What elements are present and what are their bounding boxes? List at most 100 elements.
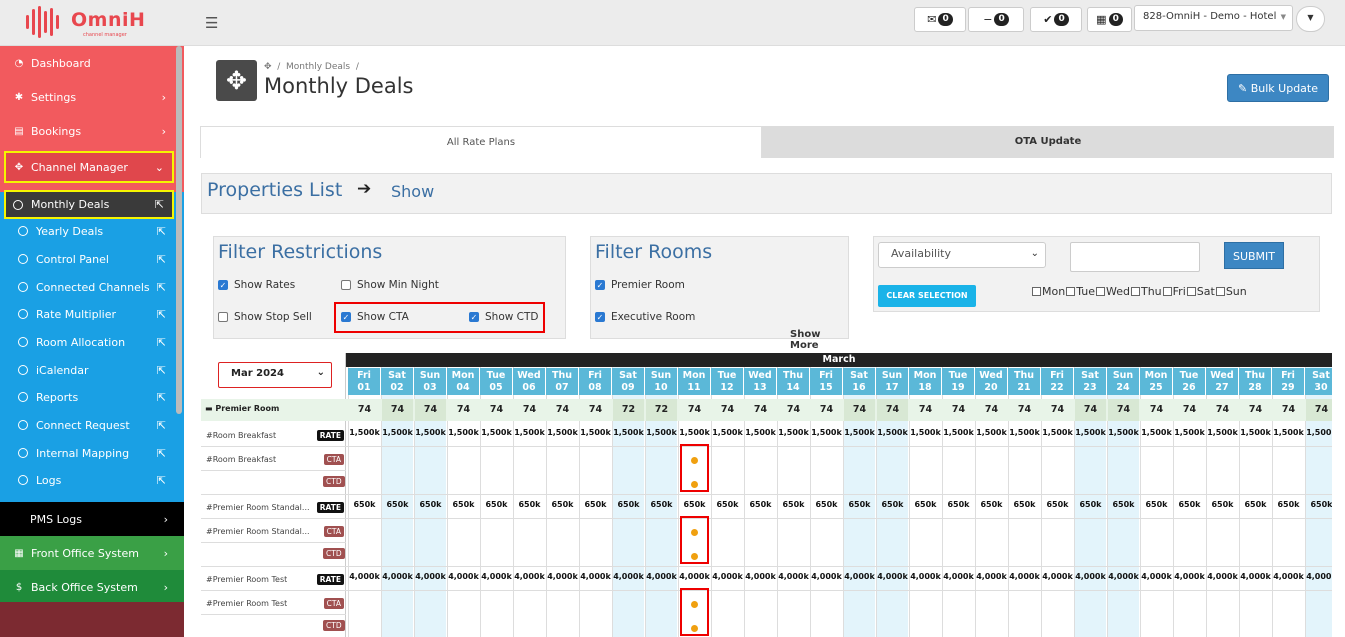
rate-cell[interactable]: 1,500k [1305, 428, 1332, 437]
property-select[interactable]: 828-OmniH - Demo - Hotel ▼ [1134, 5, 1293, 31]
rate-cell[interactable]: 1,500k [1272, 428, 1305, 437]
rate-cell[interactable]: 650k [711, 500, 744, 509]
checkbox-show-stop-sell[interactable]: Show Stop Sell [218, 311, 312, 323]
rate-cell[interactable]: 4,000k [843, 572, 876, 581]
weekday-sat[interactable]: Sat [1186, 285, 1215, 298]
rate-cell[interactable]: 650k [348, 500, 381, 509]
rate-cell[interactable]: 1,500k [612, 428, 645, 437]
unchecked-icon[interactable] [341, 280, 351, 290]
rate-cell[interactable]: 1,500k [414, 428, 447, 437]
rate-cell[interactable]: 650k [579, 500, 612, 509]
availability-cell[interactable]: 74 [448, 399, 479, 421]
submit-button[interactable]: SUBMIT [1224, 242, 1284, 269]
rate-cell[interactable]: 1,500k [645, 428, 678, 437]
hamburger-menu-icon[interactable]: ☰ [205, 14, 218, 32]
availability-cell[interactable]: 74 [1306, 399, 1332, 421]
unchecked-icon[interactable] [1186, 287, 1196, 296]
sidebar-scrollbar[interactable] [176, 46, 182, 414]
rate-cell[interactable]: 650k [1041, 500, 1074, 509]
sidebar-item-room-allocation[interactable]: Room Allocation ⇱ [0, 328, 176, 356]
day-header[interactable]: Thu 07 [546, 368, 578, 395]
unchecked-icon[interactable] [1032, 287, 1041, 296]
availability-cell[interactable]: 74 [481, 399, 512, 421]
rate-cell[interactable]: 4,000k [1206, 572, 1239, 581]
availability-cell[interactable]: 74 [844, 399, 875, 421]
weekday-wed[interactable]: Wed [1096, 285, 1130, 298]
day-header[interactable]: Fri 22 [1041, 368, 1073, 395]
availability-cell[interactable]: 74 [943, 399, 974, 421]
unchecked-icon[interactable] [218, 312, 228, 322]
rate-cell[interactable]: 1,500k [1041, 428, 1074, 437]
day-header[interactable]: Fri 29 [1272, 368, 1304, 395]
availability-cell[interactable]: 74 [382, 399, 413, 421]
day-header[interactable]: Sun 03 [414, 368, 446, 395]
sidebar-item-reports[interactable]: Reports ⇱ [0, 383, 176, 411]
rate-cell[interactable]: 1,500k [942, 428, 975, 437]
availability-cell[interactable]: 74 [415, 399, 446, 421]
rate-cell[interactable]: 1,500k [876, 428, 909, 437]
sidebar-item-bookings[interactable]: ▤ Bookings › [0, 117, 176, 145]
rate-cell[interactable]: 650k [777, 500, 810, 509]
rate-cell[interactable]: 4,000k [1107, 572, 1140, 581]
rate-cell[interactable]: 1,500k [513, 428, 546, 437]
rate-cell[interactable]: 4,000k [612, 572, 645, 581]
availability-cell[interactable]: 74 [1009, 399, 1040, 421]
clear-selection-button[interactable]: CLEAR SELECTION [878, 285, 976, 307]
rate-cell[interactable]: 1,500k [1173, 428, 1206, 437]
rate-cell[interactable]: 1,500k [546, 428, 579, 437]
day-header[interactable]: Mon 11 [678, 368, 710, 395]
rate-cell[interactable]: 650k [1173, 500, 1206, 509]
day-header[interactable]: Mon 25 [1140, 368, 1172, 395]
show-more-link[interactable]: Show More [790, 329, 848, 351]
availability-cell[interactable]: 74 [1240, 399, 1271, 421]
rate-cell[interactable]: 1,500k [579, 428, 612, 437]
day-header[interactable]: Tue 05 [480, 368, 512, 395]
rate-cell[interactable]: 4,000k [678, 572, 711, 581]
tab-ota-update[interactable]: OTA Update [762, 126, 1334, 158]
day-header[interactable]: Sun 24 [1107, 368, 1139, 395]
availability-cell[interactable]: 72 [613, 399, 644, 421]
rate-cell[interactable]: 650k [1305, 500, 1332, 509]
day-header[interactable]: Sat 09 [612, 368, 644, 395]
rate-cell[interactable]: 4,000k [942, 572, 975, 581]
rate-cell[interactable]: 4,000k [579, 572, 612, 581]
availability-cell[interactable]: 74 [811, 399, 842, 421]
rate-cell[interactable]: 4,000k [876, 572, 909, 581]
rate-cell[interactable]: 4,000k [381, 572, 414, 581]
rate-cell[interactable]: 1,500k [1107, 428, 1140, 437]
sidebar-item-front-office-system[interactable]: ▦ Front Office System › [0, 536, 184, 570]
checked-icon[interactable]: ✓ [218, 280, 228, 290]
rate-cell[interactable]: 650k [942, 500, 975, 509]
rate-cell[interactable]: 650k [513, 500, 546, 509]
day-header[interactable]: Sat 23 [1074, 368, 1106, 395]
rate-cell[interactable]: 4,000k [744, 572, 777, 581]
rate-cell[interactable]: 1,500k [480, 428, 513, 437]
rate-cell[interactable]: 650k [480, 500, 513, 509]
day-header[interactable]: Sun 10 [645, 368, 677, 395]
rate-cell[interactable]: 4,000k [1041, 572, 1074, 581]
tab-all-rate-plans[interactable]: All Rate Plans [200, 126, 762, 158]
sidebar-item-yearly-deals[interactable]: Yearly Deals ⇱ [0, 217, 176, 245]
availability-cell[interactable]: 74 [712, 399, 743, 421]
rate-cell[interactable]: 650k [546, 500, 579, 509]
rate-cell[interactable]: 1,500k [711, 428, 744, 437]
availability-cell[interactable]: 74 [745, 399, 776, 421]
bulk-value-input[interactable] [1070, 242, 1200, 272]
checked-icon[interactable]: ✓ [469, 312, 479, 322]
checked-icon[interactable]: ✓ [595, 280, 605, 290]
minus-counter[interactable]: −0 [968, 7, 1024, 32]
weekday-tue[interactable]: Tue [1066, 285, 1095, 298]
omnih-logo[interactable]: OmniH channel manager [26, 4, 176, 42]
availability-cell[interactable]: 74 [877, 399, 908, 421]
rate-cell[interactable]: 1,500k [1008, 428, 1041, 437]
availability-cell[interactable]: 74 [1141, 399, 1172, 421]
rate-cell[interactable]: 650k [843, 500, 876, 509]
rate-cell[interactable]: 1,500k [975, 428, 1008, 437]
day-header[interactable]: Fri 01 [348, 368, 380, 395]
rate-cell[interactable]: 650k [645, 500, 678, 509]
rate-cell[interactable]: 4,000k [975, 572, 1008, 581]
rate-cell[interactable]: 650k [744, 500, 777, 509]
day-header[interactable]: Sun 17 [876, 368, 908, 395]
weekday-thu[interactable]: Thu [1130, 285, 1162, 298]
checkbox-room-premier-room[interactable]: ✓ Premier Room [595, 279, 685, 291]
